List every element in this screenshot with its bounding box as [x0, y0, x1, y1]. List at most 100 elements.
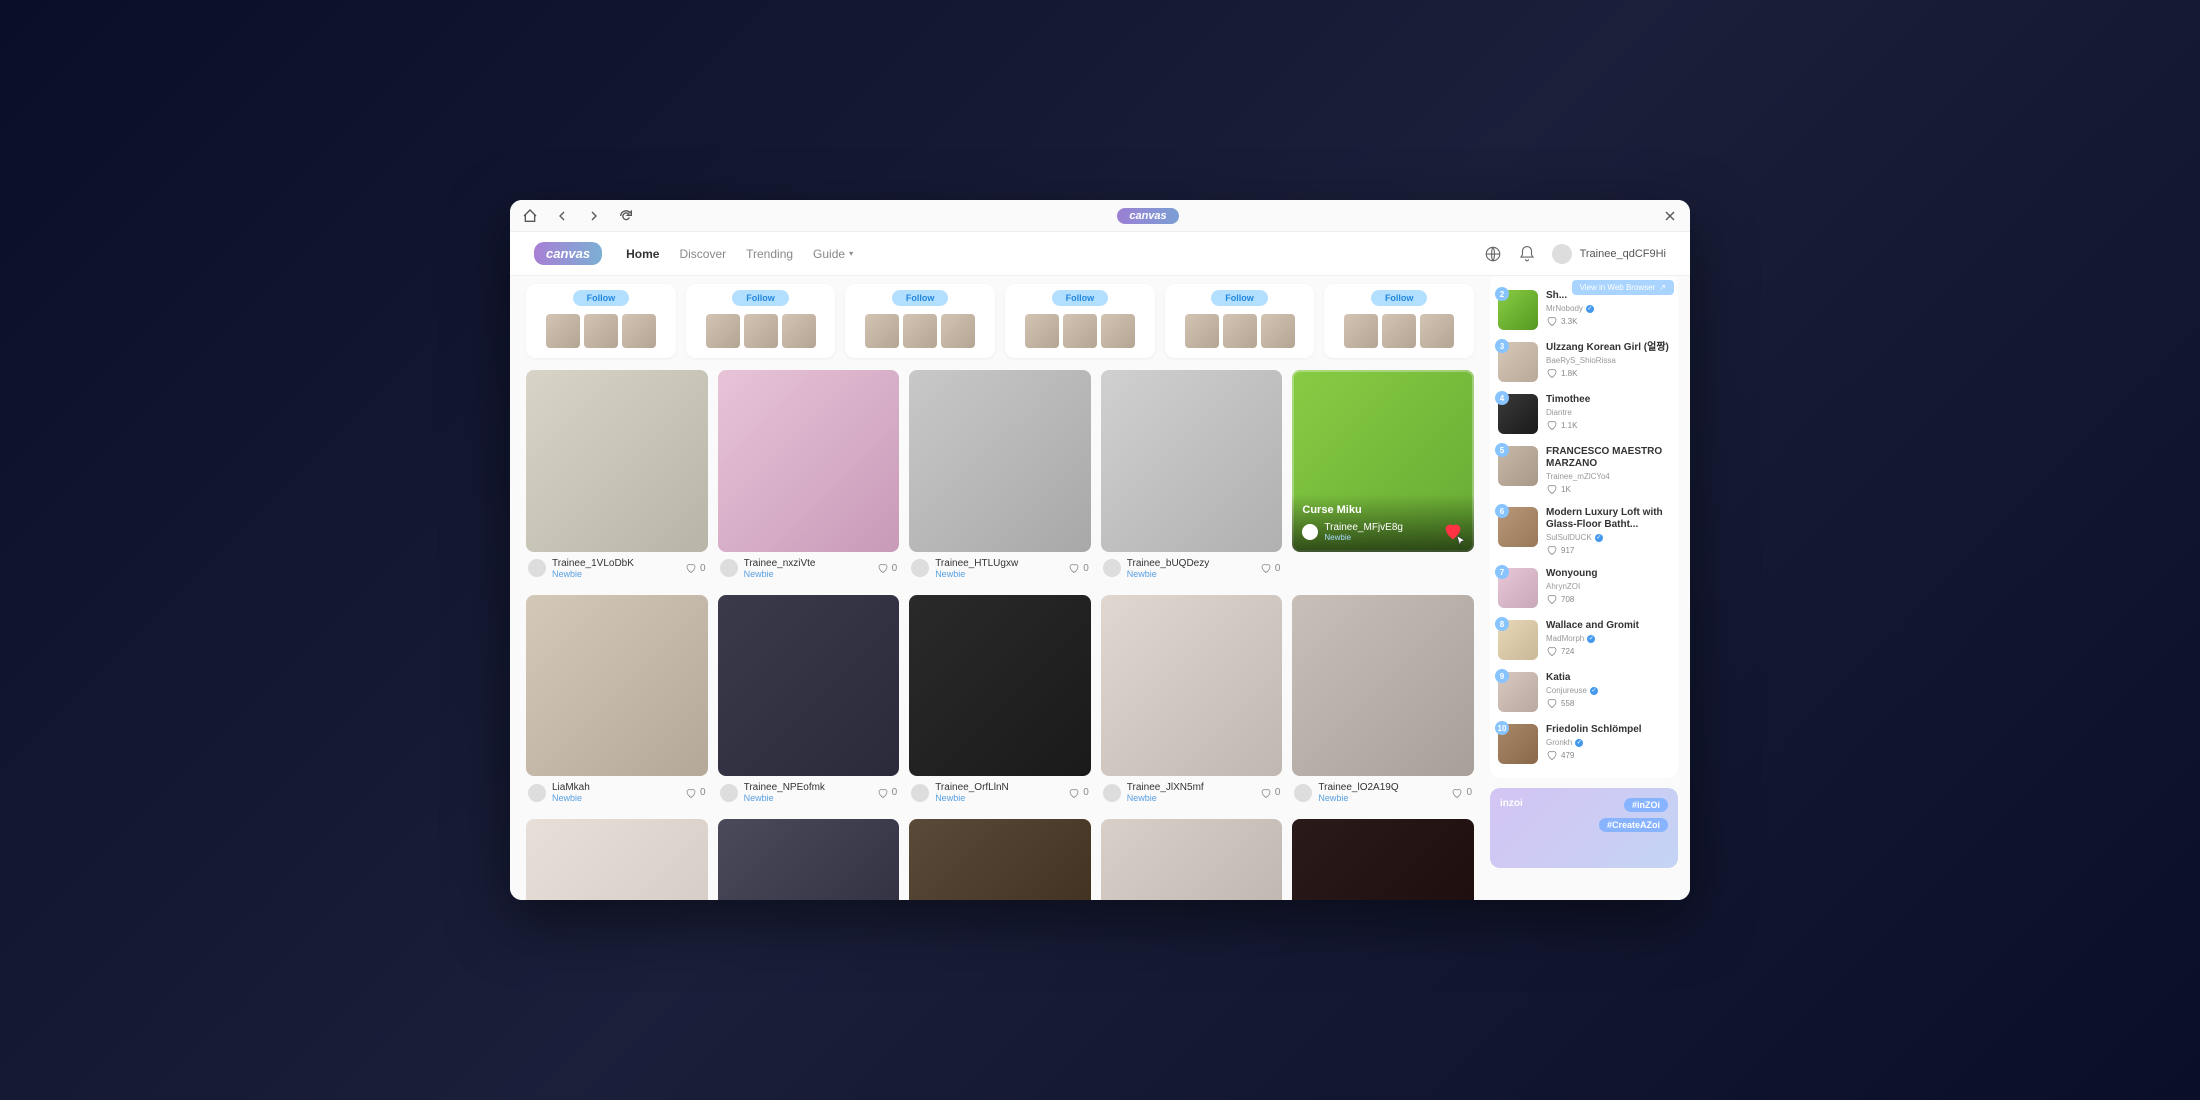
content-card[interactable]: Trainee_nxziVteNewbie0 — [718, 370, 900, 585]
follow-button[interactable]: Follow — [573, 290, 630, 306]
card-rank: Newbie — [935, 793, 1062, 803]
card-image[interactable] — [1292, 819, 1474, 900]
card-image[interactable] — [526, 370, 708, 552]
suggest-thumb — [1344, 314, 1378, 348]
follow-button[interactable]: Follow — [892, 290, 949, 306]
card-username: Trainee_lO2A19Q — [1318, 782, 1445, 793]
content-card[interactable] — [718, 819, 900, 900]
follow-button[interactable]: Follow — [732, 290, 789, 306]
content-card[interactable]: Trainee_NPEofmkNewbie 0 — [718, 595, 900, 810]
sidebar-item[interactable]: 4TimotheeDiantre1.1K — [1498, 388, 1670, 440]
card-image[interactable] — [909, 370, 1091, 552]
suggest-thumb — [546, 314, 580, 348]
like-button[interactable]: 0 — [685, 787, 706, 799]
card-image[interactable] — [718, 595, 900, 777]
suggest-thumb — [622, 314, 656, 348]
sidebar-thumb: 3 — [1498, 342, 1538, 382]
suggest-card[interactable]: Follow — [686, 284, 836, 358]
card-rank: Newbie — [744, 793, 871, 803]
card-image[interactable] — [718, 370, 900, 552]
content-card[interactable] — [909, 819, 1091, 900]
card-image[interactable] — [1101, 370, 1283, 552]
card-username: LiaMkah — [552, 782, 679, 793]
sidebar-item[interactable]: 10Friedolin SchlömpelGronkh✓479 — [1498, 718, 1670, 770]
suggest-card[interactable]: Follow — [1165, 284, 1315, 358]
sidebar-item-author: Conjureuse✓ — [1546, 686, 1670, 695]
card-image[interactable] — [526, 595, 708, 777]
sidebar-item-title: Wallace and Gromit — [1546, 620, 1670, 632]
promo-banner[interactable]: inzoi #inZOi #CreateAZoi — [1490, 788, 1678, 868]
card-image[interactable] — [909, 819, 1091, 900]
like-button[interactable]: 0 — [1260, 787, 1281, 799]
nav-home[interactable]: Home — [626, 247, 659, 261]
sidebar-item[interactable]: 8Wallace and GromitMadMorph✓724 — [1498, 614, 1670, 666]
content-card[interactable]: Trainee_1VLoDbKNewbie0 — [526, 370, 708, 585]
card-image[interactable] — [1101, 819, 1283, 900]
chevron-down-icon: ▾ — [849, 249, 853, 258]
follow-button[interactable]: Follow — [1052, 290, 1109, 306]
back-icon[interactable] — [554, 208, 570, 224]
refresh-icon[interactable] — [618, 208, 634, 224]
content-card[interactable] — [526, 819, 708, 900]
suggest-thumb — [941, 314, 975, 348]
suggest-thumb — [865, 314, 899, 348]
like-button[interactable]: 0 — [877, 562, 898, 574]
sidebar-item[interactable]: 5FRANCESCO MAESTRO MARZANOTrainee_mZlCYo… — [1498, 440, 1670, 501]
content-card[interactable] — [1101, 819, 1283, 900]
content-card[interactable] — [1292, 819, 1474, 900]
nav-trending[interactable]: Trending — [746, 247, 793, 261]
content-card[interactable]: LiaMkahNewbie0 — [526, 595, 708, 810]
suggest-card[interactable]: Follow — [845, 284, 995, 358]
card-username: Trainee_OrfLlnN — [935, 782, 1062, 793]
sidebar-thumb: 5 — [1498, 446, 1538, 486]
card-username: Trainee_NPEofmk — [744, 782, 871, 793]
sidebar-item[interactable]: 7WonyoungAhrynZOI708 — [1498, 562, 1670, 614]
like-count: 0 — [892, 563, 898, 574]
content-card[interactable]: Trainee_JlXN5mfNewbie0 — [1101, 595, 1283, 810]
suggest-thumb — [782, 314, 816, 348]
card-image[interactable] — [909, 595, 1091, 777]
logo[interactable]: canvas — [534, 242, 602, 265]
content-card[interactable]: Trainee_OrfLlnNNewbie 0 — [909, 595, 1091, 810]
sidebar-thumb: 2 — [1498, 290, 1538, 330]
content-card[interactable]: Trainee_HTLUgxwNewbie0 — [909, 370, 1091, 585]
like-button[interactable]: 0 — [1260, 562, 1281, 574]
like-button[interactable]: 0 — [1451, 787, 1472, 799]
content-card[interactable]: Trainee_bUQDezyNewbie0 — [1101, 370, 1283, 585]
suggest-card[interactable]: Follow — [1324, 284, 1474, 358]
sidebar-item-title: Katia — [1546, 672, 1670, 684]
card-image[interactable]: Curse MikuTrainee_MFjvE8gNewbie — [1292, 370, 1474, 552]
like-button[interactable]: 0 — [1068, 787, 1089, 799]
card-avatar-icon — [1103, 784, 1121, 802]
sidebar-item[interactable]: 9KatiaConjureuse✓558 — [1498, 666, 1670, 718]
nav-discover[interactable]: Discover — [679, 247, 726, 261]
card-rank: Newbie — [1324, 533, 1403, 542]
suggest-card[interactable]: Follow — [1005, 284, 1155, 358]
forward-icon[interactable] — [586, 208, 602, 224]
globe-icon[interactable] — [1484, 245, 1502, 263]
content-card[interactable]: Trainee_lO2A19QNewbie0 — [1292, 595, 1474, 810]
suggest-thumb — [744, 314, 778, 348]
card-rank: Newbie — [1127, 569, 1254, 579]
like-button[interactable]: 0 — [877, 787, 898, 799]
view-in-browser-button[interactable]: View in Web Browser↗ — [1572, 280, 1674, 295]
card-image[interactable] — [718, 819, 900, 900]
follow-button[interactable]: Follow — [1211, 290, 1268, 306]
card-image[interactable] — [526, 819, 708, 900]
nav-guide[interactable]: Guide▾ — [813, 247, 853, 261]
suggest-card[interactable]: Follow — [526, 284, 676, 358]
card-image[interactable] — [1292, 595, 1474, 777]
promo-tag-2: #CreateAZoi — [1599, 818, 1668, 832]
sidebar-item[interactable]: 6Modern Luxury Loft with Glass-Floor Bat… — [1498, 501, 1670, 562]
suggest-thumb — [1420, 314, 1454, 348]
card-image[interactable] — [1101, 595, 1283, 777]
like-button[interactable]: 0 — [1068, 562, 1089, 574]
bell-icon[interactable] — [1518, 245, 1536, 263]
content-card[interactable]: Curse MikuTrainee_MFjvE8gNewbie — [1292, 370, 1474, 585]
like-button[interactable]: 0 — [685, 562, 706, 574]
sidebar-item[interactable]: 3Ulzzang Korean Girl (얼짱)BaeRyS_ShioRiss… — [1498, 336, 1670, 388]
follow-button[interactable]: Follow — [1371, 290, 1428, 306]
home-icon[interactable] — [522, 208, 538, 224]
user-menu[interactable]: Trainee_qdCF9Hi — [1552, 244, 1666, 264]
close-icon[interactable] — [1662, 208, 1678, 224]
